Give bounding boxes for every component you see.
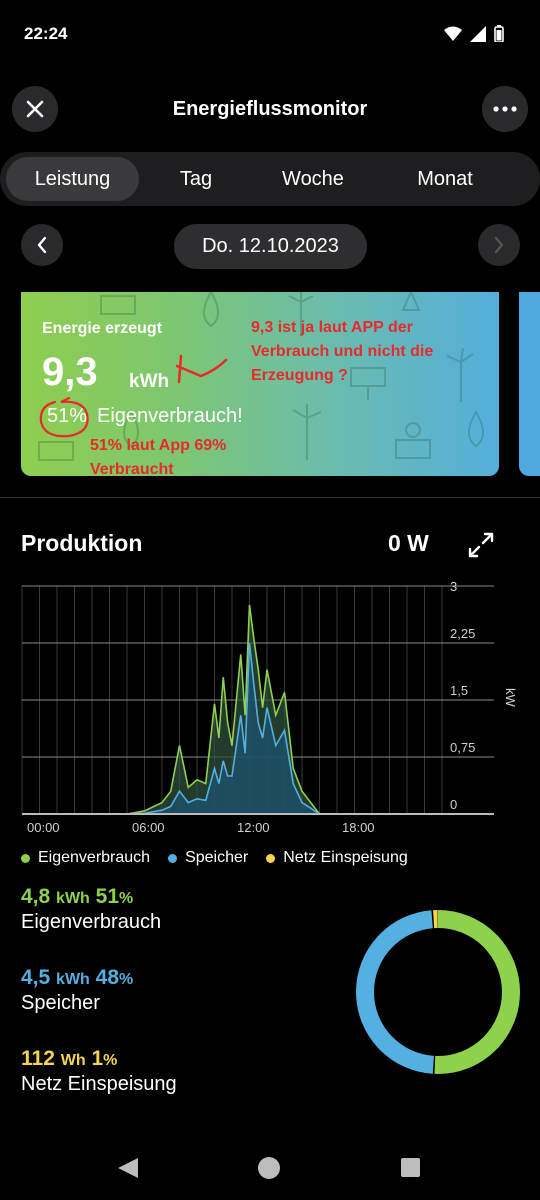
x-tick-label: 18:00 [342, 820, 375, 835]
x-tick-label: 12:00 [237, 820, 270, 835]
recents-icon[interactable] [401, 1158, 420, 1177]
y-tick-label: 1,5 [450, 683, 468, 698]
self-consumption-label: Eigenverbrauch! [97, 405, 243, 427]
chevron-left-icon [37, 236, 47, 254]
card-label: Energie erzeugt [42, 320, 163, 337]
legend-dot [168, 853, 178, 863]
battery-icon [494, 25, 504, 42]
tab-monat[interactable]: Monat [390, 157, 500, 201]
stat-name: Netz Einspeisung [21, 1073, 177, 1095]
chart-legend: Eigenverbrauch Speicher Netz Einspeisung [21, 849, 408, 867]
distribution-donut [356, 910, 520, 1074]
legend-item-speicher: Speicher [168, 849, 248, 867]
stat-netz-einspeisung: 112 Wh 1% Netz Einspeisung [21, 1047, 177, 1096]
next-day-button[interactable] [478, 224, 520, 266]
production-current-value: 0 W [388, 530, 429, 556]
stat-name: Eigenverbrauch [21, 911, 162, 933]
annotation-arrow [175, 354, 228, 384]
back-icon[interactable] [118, 1158, 138, 1178]
tab-woche[interactable]: Woche [258, 157, 368, 201]
generated-unit: kWh [129, 371, 170, 392]
y-tick-label: 0 [450, 797, 457, 812]
legend-label: Netz Einspeisung [283, 849, 408, 866]
more-icon [493, 106, 517, 112]
wifi-icon [444, 26, 462, 41]
stat-value-line: 4,8 kWh 51% [21, 885, 134, 908]
date-navigation: Do. 12.10.2023 [0, 224, 540, 270]
home-icon[interactable] [258, 1157, 280, 1179]
stat-name: Speicher [21, 992, 100, 1014]
y-tick-label: 0,75 [450, 740, 475, 755]
stat-value-line: 112 Wh 1% [21, 1047, 118, 1070]
stat-eigenverbrauch: 4,8 kWh 51% Eigenverbrauch [21, 885, 161, 934]
x-tick-label: 00:00 [27, 820, 60, 835]
stat-value-line: 4,5 kWh 48% [21, 966, 134, 989]
next-card-peek[interactable] [519, 292, 540, 476]
annotation-text-bottom: 51% laut App 69% Verbraucht [90, 437, 227, 476]
page-title: Energieflussmonitor [172, 98, 368, 120]
tab-leistung[interactable]: Leistung [6, 157, 139, 201]
energy-generated-card[interactable]: Energie erzeugt 9,3 kWh 51% Eigenverbrau… [21, 292, 499, 476]
previous-day-button[interactable] [21, 224, 63, 266]
date-selector[interactable]: Do. 12.10.2023 [174, 224, 367, 269]
production-title: Produktion [21, 530, 143, 556]
status-bar: 22:24 [0, 0, 540, 70]
more-button[interactable] [482, 86, 528, 132]
annotation-circle [39, 396, 89, 438]
y-axis-label: kW [503, 688, 518, 708]
legend-label: Eigenverbrauch [38, 849, 151, 866]
x-tick-label: 06:00 [132, 820, 165, 835]
tab-tag[interactable]: Tag [146, 157, 246, 201]
legend-dot [21, 853, 30, 863]
divider [0, 497, 540, 498]
annotation-text-top: 9,3 ist ja laut APP der Verbrauch und ni… [251, 319, 434, 384]
app-header: Energieflussmonitor [0, 86, 540, 136]
y-tick-label: 2,25 [450, 626, 475, 641]
signal-icon [470, 25, 486, 42]
legend-item-eigenverbrauch: Eigenverbrauch [21, 849, 150, 867]
legend-item-netz-einspeisung: Netz Einspeisung [266, 849, 408, 867]
status-icons [444, 25, 504, 42]
generated-value: 9,3 [42, 350, 98, 394]
legend-dot [266, 853, 276, 863]
clock: 22:24 [24, 24, 68, 43]
production-chart: 3 2,25 1,5 0,75 0 kW 00:00 06:00 12:00 18:00 [21, 579, 518, 835]
android-nav-bar [118, 1157, 420, 1179]
stat-speicher: 4,5 kWh 48% Speicher [21, 966, 133, 1015]
expand-icon[interactable] [466, 530, 496, 560]
chevron-right-icon [494, 236, 504, 254]
period-tabs: Leistung Tag Woche Monat [0, 152, 540, 206]
y-tick-label: 3 [450, 579, 457, 594]
legend-label: Speicher [185, 849, 249, 866]
